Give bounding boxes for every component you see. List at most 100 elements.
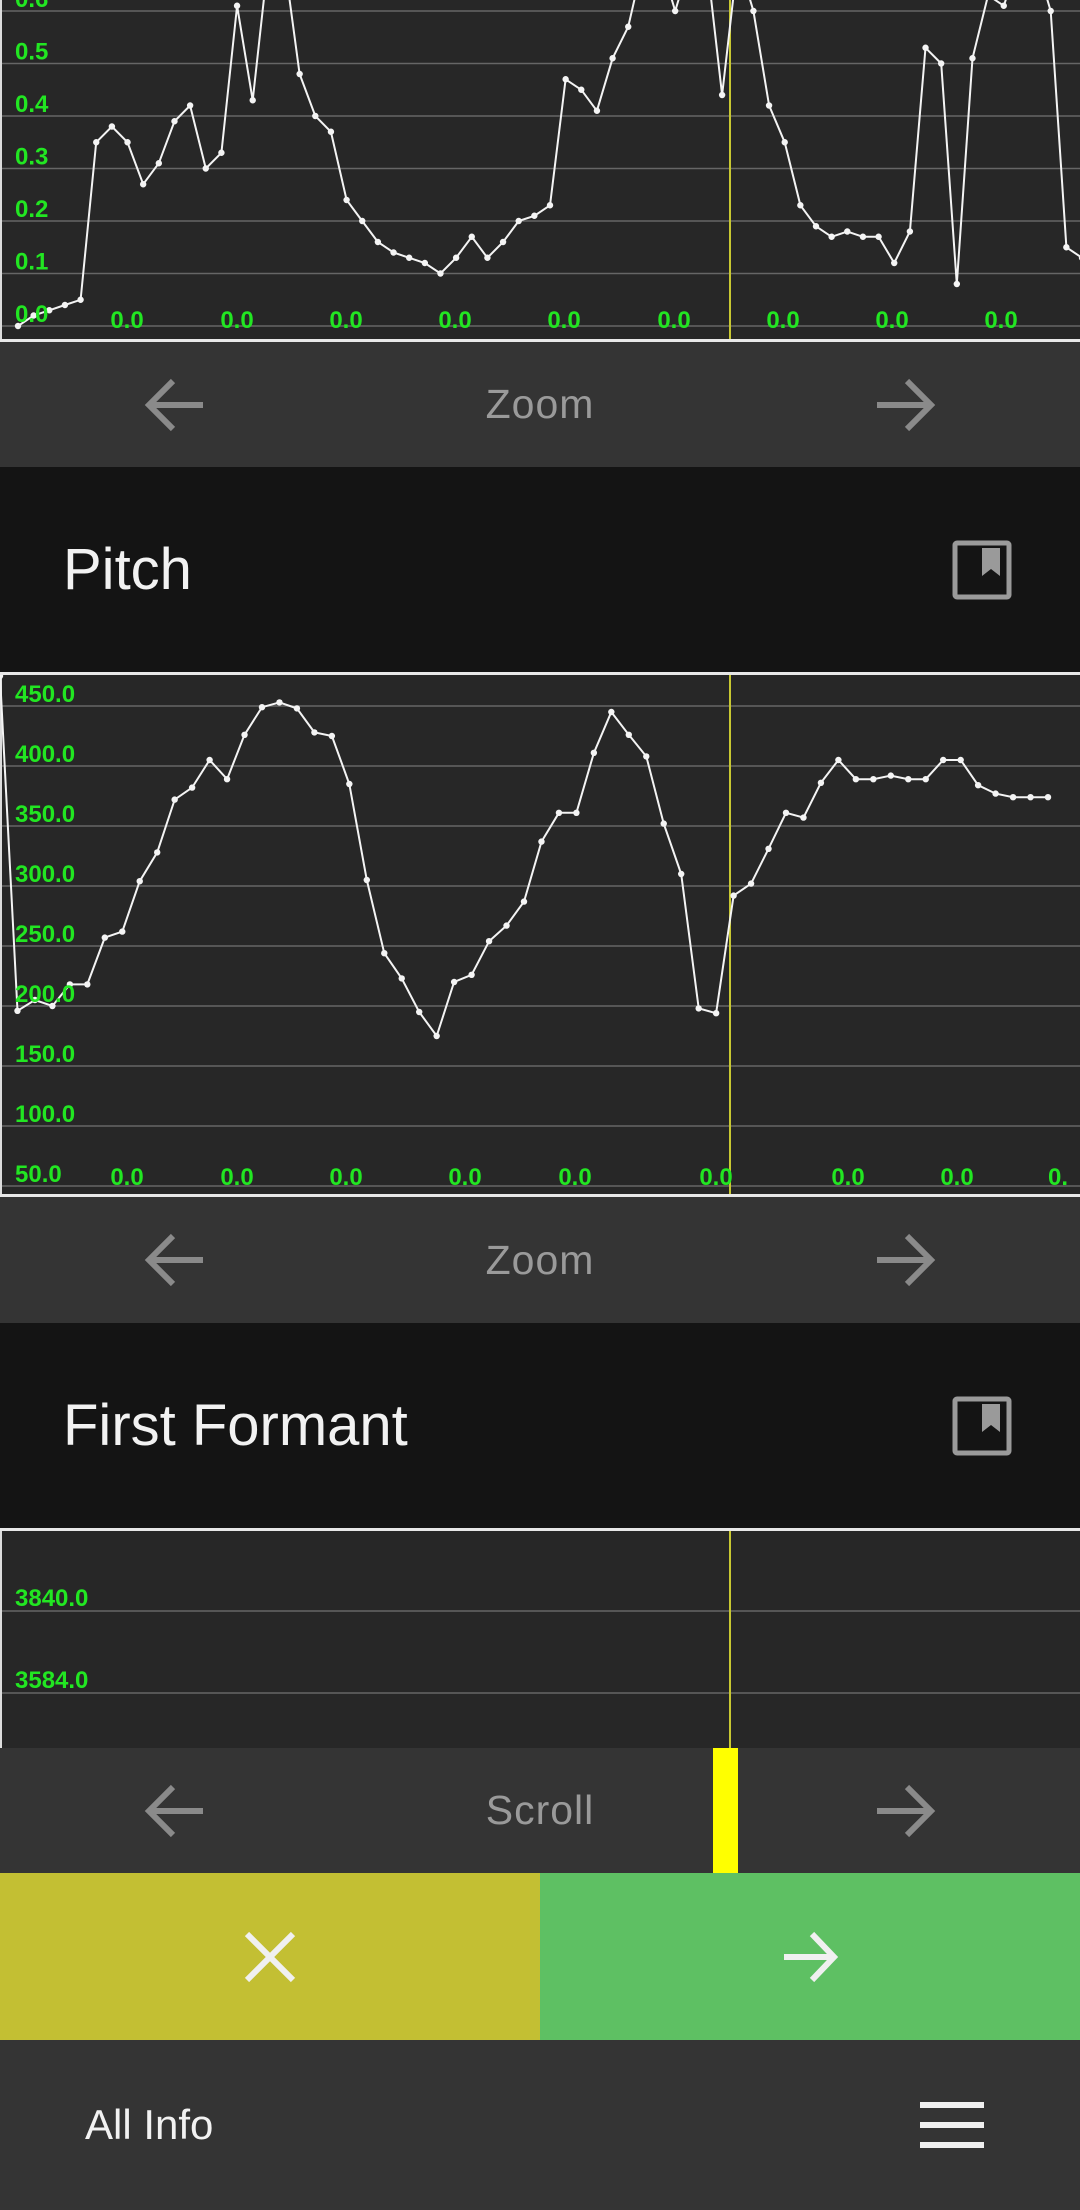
data-point: [61, 301, 69, 309]
close-icon: [244, 1931, 296, 1982]
x-tick-label: 0.0: [831, 1164, 864, 1191]
y-tick-label: 3840.0: [15, 1585, 88, 1612]
data-point: [859, 233, 867, 240]
x-tick-label: 0.0: [766, 307, 799, 334]
data-point: [678, 870, 685, 878]
y-tick-label: 100.0: [15, 1101, 75, 1128]
data-point: [937, 60, 945, 67]
data-point: [311, 729, 318, 736]
y-tick-label: 50.0: [15, 1161, 62, 1188]
y-tick-label: 0.4: [15, 91, 49, 118]
y-tick-label: 150.0: [15, 1041, 75, 1068]
data-point: [718, 91, 726, 99]
next-button[interactable]: [540, 1873, 1080, 2040]
data-point: [206, 756, 213, 764]
data-point: [241, 731, 248, 738]
data-point: [249, 97, 256, 104]
data-point: [969, 55, 976, 62]
data-point: [812, 223, 820, 230]
pitch-zoom-bar: Zoom: [0, 1197, 1080, 1323]
y-tick-label: 0.1: [15, 249, 48, 276]
zoom-right-button[interactable]: [830, 1197, 980, 1323]
data-point: [593, 107, 601, 114]
data-point: [835, 756, 842, 764]
data-point: [108, 123, 116, 130]
data-point: [390, 249, 397, 256]
first-formant-chart[interactable]: 3840.0 3584.0: [0, 1528, 1080, 1748]
data-point: [573, 809, 580, 816]
data-point: [343, 196, 350, 204]
x-tick-label: 0.0: [940, 1164, 973, 1191]
data-point: [828, 233, 835, 240]
data-point: [312, 112, 319, 120]
x-tick-label: 0.0: [875, 307, 908, 334]
arrow-right-icon: [784, 1931, 839, 1982]
series-line: [17, 0, 1080, 327]
x-tick-label: 0.0: [984, 307, 1017, 334]
arrow-right-icon: [877, 378, 936, 431]
data-point: [750, 7, 757, 15]
scroll-right-button[interactable]: [830, 1748, 980, 1873]
first-formant-title: First Formant: [63, 1393, 408, 1458]
pitch-chart-svg: 50.0 100.0 150.0 200.0 250.0 300.0 350.0 400.0 4…: [0, 675, 1080, 1194]
data-point: [14, 1007, 21, 1014]
amplitude-chart[interactable]: 0.0 0.1 0.2 0.3 0.4 0.5 0.6 0.0 0.0 0.0 0.0 0.0 0.0 0…: [0, 0, 1080, 342]
data-point: [562, 76, 569, 83]
data-point: [293, 705, 301, 712]
data-point: [77, 296, 84, 303]
bookmark-icon[interactable]: [952, 1396, 1012, 1456]
data-point: [905, 776, 912, 783]
data-point: [1000, 2, 1007, 9]
y-tick-label: 0.0: [15, 301, 48, 328]
data-point: [186, 102, 194, 109]
x-tick-label: 0.0: [699, 1164, 732, 1191]
data-point: [747, 880, 755, 887]
data-point: [992, 790, 999, 797]
data-point: [276, 699, 283, 706]
data-point: [503, 922, 510, 929]
first-formant-chart-svg: 3840.0 3584.0: [0, 1531, 1080, 1748]
data-point: [450, 978, 458, 986]
arrow-right-icon: [877, 1784, 936, 1837]
data-point: [608, 708, 615, 716]
scroll-thumb[interactable]: [713, 1748, 738, 1873]
x-tick-label: 0.0: [110, 307, 143, 334]
data-point: [730, 892, 737, 899]
pitch-header: Pitch: [0, 467, 1080, 672]
data-point: [233, 2, 241, 9]
data-point: [154, 849, 161, 856]
data-point: [0, 675, 4, 680]
data-point: [485, 938, 493, 945]
y-tick-label: 400.0: [15, 741, 75, 768]
data-point: [139, 181, 147, 188]
data-point: [974, 782, 982, 789]
data-point: [953, 280, 961, 288]
data-point: [546, 202, 554, 209]
data-point: [484, 254, 491, 261]
cancel-button[interactable]: [0, 1873, 540, 2040]
hamburger-menu-icon[interactable]: [920, 2102, 984, 2148]
amplitude-chart-svg: 0.0 0.1 0.2 0.3 0.4 0.5 0.6 0.0 0.0 0.0 0.0 0.0 0.0 0…: [0, 0, 1080, 339]
data-point: [765, 845, 772, 852]
zoom-right-button[interactable]: [830, 342, 980, 467]
data-point: [359, 217, 366, 225]
data-point: [398, 975, 405, 982]
data-point: [940, 756, 947, 764]
data-point: [202, 165, 209, 172]
data-point: [800, 814, 807, 821]
bookmark-icon[interactable]: [952, 540, 1012, 600]
bottom-bar-title[interactable]: All Info: [85, 2040, 213, 2210]
pitch-chart[interactable]: 50.0 100.0 150.0 200.0 250.0 300.0 350.0 400.0 4…: [0, 672, 1080, 1197]
data-point: [499, 238, 507, 246]
data-point: [433, 1032, 440, 1040]
data-point: [1027, 794, 1034, 801]
scroll-bar: Scroll: [0, 1748, 1080, 1873]
data-point: [590, 749, 598, 756]
x-tick-label: 0.0: [220, 307, 253, 334]
data-point: [844, 228, 851, 235]
data-point: [578, 86, 585, 93]
data-point: [1044, 794, 1052, 801]
data-point: [119, 928, 126, 935]
data-point: [258, 704, 266, 711]
data-point: [555, 809, 563, 816]
